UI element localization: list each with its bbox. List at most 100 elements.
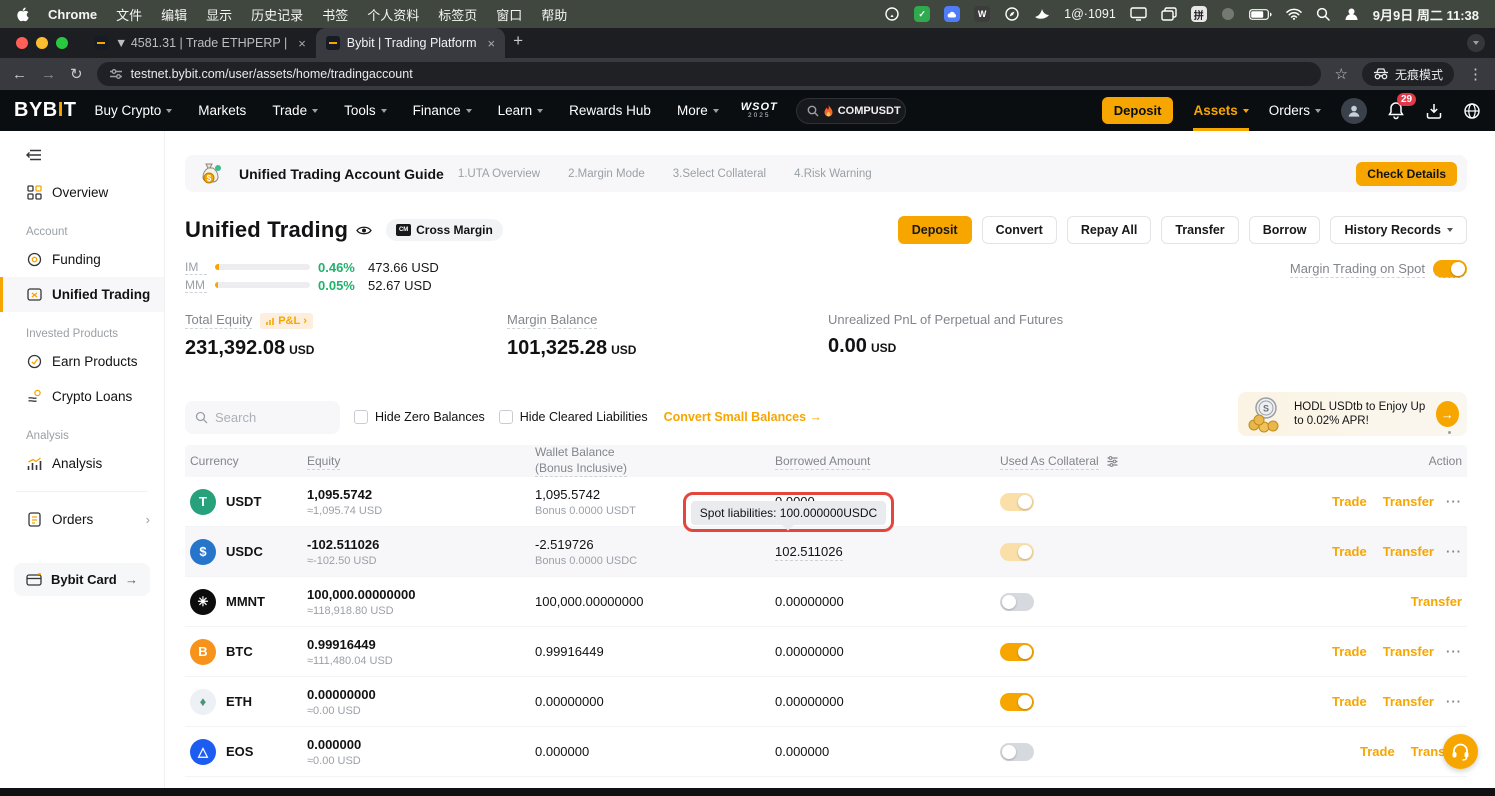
status-display-icon[interactable] [1130,5,1147,23]
promo-arrow-button[interactable]: → [1436,401,1459,427]
sidebar-item-funding[interactable]: Funding [0,242,164,277]
input-method-icon[interactable]: 拼 [1191,6,1207,22]
sidebar-item-overview[interactable]: Overview [0,175,164,210]
nav-learn[interactable]: Learn [498,103,544,118]
sidebar-collapse-icon[interactable] [26,149,164,161]
status-bird-icon[interactable] [1034,5,1050,23]
account-avatar[interactable] [1341,98,1367,124]
sidebar-item-orders[interactable]: Orders › [0,502,164,537]
more-actions[interactable]: ··· [1446,544,1462,559]
menu-history[interactable]: 历史记录 [251,5,303,24]
hodl-promo-banner[interactable]: S HODL USDtb to Enjoy Up to 0.02% APR! → [1238,392,1467,436]
nav-deposit-button[interactable]: Deposit [1102,97,1174,124]
nav-assets[interactable]: Assets [1193,90,1248,131]
sidebar-item-crypto-loans[interactable]: Crypto Loans [0,379,164,414]
status-dot-icon[interactable] [1221,5,1235,23]
transfer-link[interactable]: Transfer [1383,644,1434,659]
convert-button[interactable]: Convert [982,216,1057,244]
address-bar[interactable]: testnet.bybit.com/user/assets/home/tradi… [97,62,1321,86]
menu-profiles[interactable]: 个人资料 [367,5,419,24]
menubar-clock[interactable]: 9月9日 周二 11:38 [1373,5,1479,24]
hide-balance-eye-icon[interactable] [356,225,372,236]
trade-link[interactable]: Trade [1332,644,1367,659]
wsot-2025-logo[interactable]: WSOT 2025 [741,102,778,120]
forward-button[interactable]: → [41,66,56,83]
language-globe-icon[interactable] [1463,102,1481,120]
trade-link[interactable]: Trade [1332,494,1367,509]
borrow-button[interactable]: Borrow [1249,216,1321,244]
menu-tabs[interactable]: 标签页 [438,5,477,24]
menu-view[interactable]: 显示 [206,5,232,24]
status-w-icon[interactable]: W [974,6,990,22]
transfer-link[interactable]: Transfer [1383,544,1434,559]
bookmark-star-icon[interactable]: ☆ [1335,65,1348,83]
more-actions[interactable]: ··· [1446,644,1462,659]
menu-bookmarks[interactable]: 书签 [322,5,348,24]
more-actions[interactable]: ··· [1446,694,1462,709]
collateral-filter-icon[interactable] [1107,456,1118,467]
history-records-button[interactable]: History Records [1330,216,1467,244]
notifications-bell[interactable]: 29 [1387,101,1405,120]
menu-help[interactable]: 帮助 [541,5,567,24]
menubar-app-name[interactable]: Chrome [48,7,97,22]
deposit-button[interactable]: Deposit [898,216,972,244]
tab-close-icon[interactable]: × [298,36,306,51]
menu-edit[interactable]: 编辑 [161,5,187,24]
spotlight-search-icon[interactable] [1316,5,1330,23]
user-switcher-icon[interactable] [1344,5,1359,23]
trade-link[interactable]: Trade [1360,744,1395,759]
pnl-badge[interactable]: P&L› [260,313,313,329]
status-game-icon[interactable] [884,5,900,23]
nav-more[interactable]: More [677,103,719,118]
transfer-link[interactable]: Transfer [1383,694,1434,709]
nav-markets[interactable]: Markets [198,103,246,118]
transfer-link[interactable]: Transfer [1411,594,1462,609]
status-cloud-icon[interactable] [944,6,960,22]
collateral-toggle[interactable] [1000,543,1034,561]
browser-menu-icon[interactable]: ⋮ [1468,65,1483,83]
repay-all-button[interactable]: Repay All [1067,216,1152,244]
nav-finance[interactable]: Finance [413,103,472,118]
status-mission-control-icon[interactable] [1161,5,1177,23]
asset-search[interactable] [185,401,340,434]
checkbox-icon[interactable] [354,410,368,424]
trade-link[interactable]: Trade [1332,694,1367,709]
tab-search-menu-button[interactable] [1467,34,1485,52]
bybit-logo[interactable]: BYBIT [14,99,77,122]
apple-menu-icon[interactable] [16,5,29,23]
back-button[interactable]: ← [12,66,27,83]
nav-buy-crypto[interactable]: Buy Crypto [95,103,173,118]
collateral-toggle[interactable] [1000,493,1034,511]
menu-window[interactable]: 窗口 [496,5,522,24]
window-zoom-button[interactable] [56,37,68,49]
hide-zero-balances-checkbox[interactable]: Hide Zero Balances [354,410,485,424]
nav-rewards-hub[interactable]: Rewards Hub [569,103,651,118]
ticker-search[interactable]: COMPUSDT [796,98,906,124]
check-details-button[interactable]: Check Details [1356,162,1457,186]
tab-bybit-trading-platform[interactable]: Bybit | Trading Platform × [316,28,505,58]
sidebar-item-analysis[interactable]: Analysis [0,446,164,481]
hide-cleared-liabilities-checkbox[interactable]: Hide Cleared Liabilities [499,410,648,424]
nav-orders[interactable]: Orders [1269,103,1321,118]
convert-small-balances-link[interactable]: Convert Small Balances → [664,410,822,424]
menu-file[interactable]: 文件 [116,5,142,24]
search-input[interactable] [215,410,325,425]
sidebar-bybit-card[interactable]: Bybit Card → [14,563,150,596]
collateral-toggle[interactable] [1000,643,1034,661]
nav-trade[interactable]: Trade [272,103,318,118]
transfer-button[interactable]: Transfer [1161,216,1238,244]
tab-close-icon[interactable]: × [487,36,495,51]
collateral-toggle[interactable] [1000,693,1034,711]
window-close-button[interactable] [16,37,28,49]
margin-trading-toggle[interactable] [1433,260,1467,278]
collateral-toggle[interactable] [1000,743,1034,761]
trade-link[interactable]: Trade [1332,544,1367,559]
tab-trade-ethperp[interactable]: ▼ 4581.31 | Trade ETHPERP | × [84,28,316,58]
window-minimize-button[interactable] [36,37,48,49]
site-settings-icon[interactable] [109,68,123,80]
new-tab-button[interactable]: + [513,31,523,51]
collateral-toggle[interactable] [1000,593,1034,611]
download-app-icon[interactable] [1425,102,1443,120]
reload-button[interactable]: ↻ [70,65,83,83]
checkbox-icon[interactable] [499,410,513,424]
